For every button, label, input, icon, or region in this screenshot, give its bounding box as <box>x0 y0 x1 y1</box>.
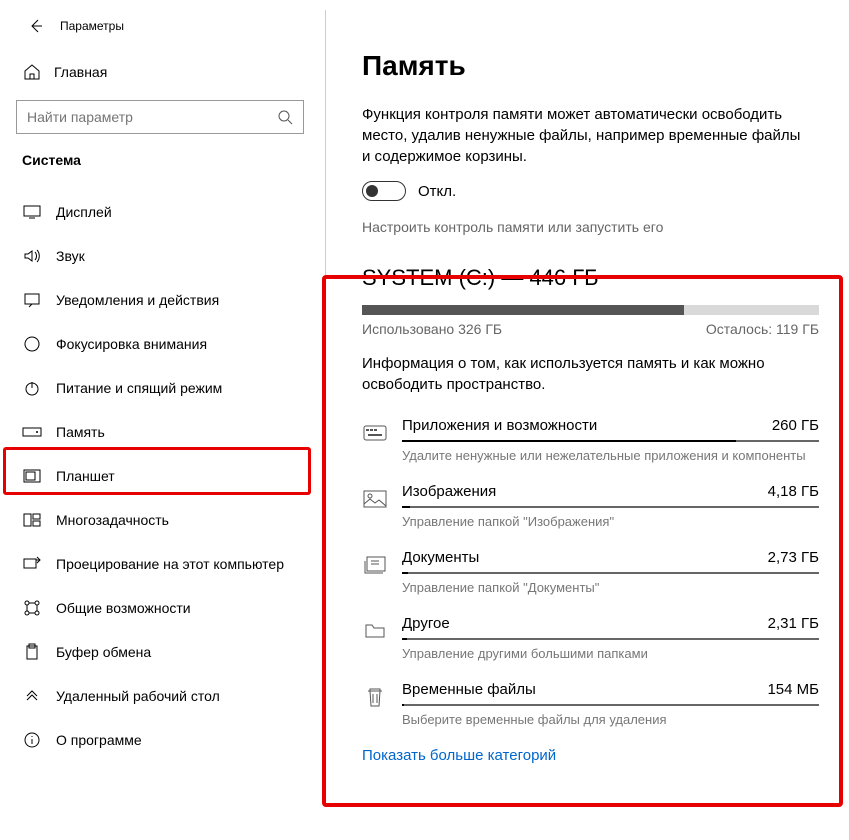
home-icon <box>22 62 42 82</box>
display-icon <box>22 202 42 222</box>
nav-item-shared[interactable]: Общие возможности <box>0 586 320 630</box>
nav-item-notifications[interactable]: Уведомления и действия <box>0 278 320 322</box>
show-more-categories-link[interactable]: Показать больше категорий <box>362 747 819 764</box>
documents-icon <box>362 552 388 578</box>
nav-item-about[interactable]: О программе <box>0 718 320 762</box>
nav-item-display[interactable]: Дисплей <box>0 190 320 234</box>
tablet-icon <box>22 466 42 486</box>
window-title: Параметры <box>60 19 124 33</box>
trash-icon <box>362 684 388 710</box>
nav-item-multitasking[interactable]: Многозадачность <box>0 498 320 542</box>
projecting-icon <box>22 554 42 574</box>
nav-home-label: Главная <box>54 64 107 80</box>
multitasking-icon <box>22 510 42 530</box>
power-icon <box>22 378 42 398</box>
shared-icon <box>22 598 42 618</box>
nav-item-clipboard[interactable]: Буфер обмена <box>0 630 320 674</box>
page-title: Память <box>362 50 819 82</box>
nav-item-focus[interactable]: Фокусировка внимания <box>0 322 320 366</box>
nav-item-projecting[interactable]: Проецирование на этот компьютер <box>0 542 320 586</box>
category-pictures[interactable]: Изображения4,18 ГБ Управление папкой "Из… <box>362 483 819 529</box>
folder-icon <box>362 618 388 644</box>
about-icon <box>22 730 42 750</box>
remote-icon <box>22 686 42 706</box>
search-icon <box>277 109 293 125</box>
category-apps[interactable]: Приложения и возможности260 ГБ Удалите н… <box>362 417 819 463</box>
notification-icon <box>22 290 42 310</box>
focus-icon <box>22 334 42 354</box>
category-temp[interactable]: Временные файлы154 МБ Выберите временные… <box>362 681 819 727</box>
drive-block: SYSTEM (C:) — 446 ГБ Использовано 326 ГБ… <box>362 265 819 764</box>
drive-usage-bar <box>362 305 819 315</box>
section-title: Система <box>0 152 320 178</box>
category-documents[interactable]: Документы2,73 ГБ Управление папкой "Доку… <box>362 549 819 595</box>
nav-home[interactable]: Главная <box>0 54 320 90</box>
storage-sense-toggle[interactable] <box>362 181 406 201</box>
storage-sense-desc: Функция контроля памяти может автоматиче… <box>362 104 812 167</box>
nav-list: Дисплей Звук Уведомления и действия Фоку… <box>0 190 320 762</box>
configure-storage-sense-link[interactable]: Настроить контроль памяти или запустить … <box>362 219 819 235</box>
search-input[interactable] <box>27 109 277 125</box>
drive-desc: Информация о том, как используется памят… <box>362 353 819 395</box>
back-button[interactable] <box>22 12 50 40</box>
clipboard-icon <box>22 642 42 662</box>
drive-used-label: Использовано 326 ГБ <box>362 321 502 337</box>
drive-free-label: Осталось: 119 ГБ <box>706 321 819 337</box>
nav-item-power[interactable]: Питание и спящий режим <box>0 366 320 410</box>
drive-title: SYSTEM (C:) — 446 ГБ <box>362 265 819 291</box>
search-box[interactable] <box>16 100 304 134</box>
category-other[interactable]: Другое2,31 ГБ Управление другими большим… <box>362 615 819 661</box>
pictures-icon <box>362 486 388 512</box>
apps-icon <box>362 420 388 446</box>
nav-item-tablet[interactable]: Планшет <box>0 454 320 498</box>
toggle-state-label: Откл. <box>418 183 456 200</box>
sound-icon <box>22 246 42 266</box>
nav-item-remote[interactable]: Удаленный рабочий стол <box>0 674 320 718</box>
storage-icon <box>22 422 42 442</box>
nav-item-storage[interactable]: Память <box>0 410 320 454</box>
nav-item-sound[interactable]: Звук <box>0 234 320 278</box>
